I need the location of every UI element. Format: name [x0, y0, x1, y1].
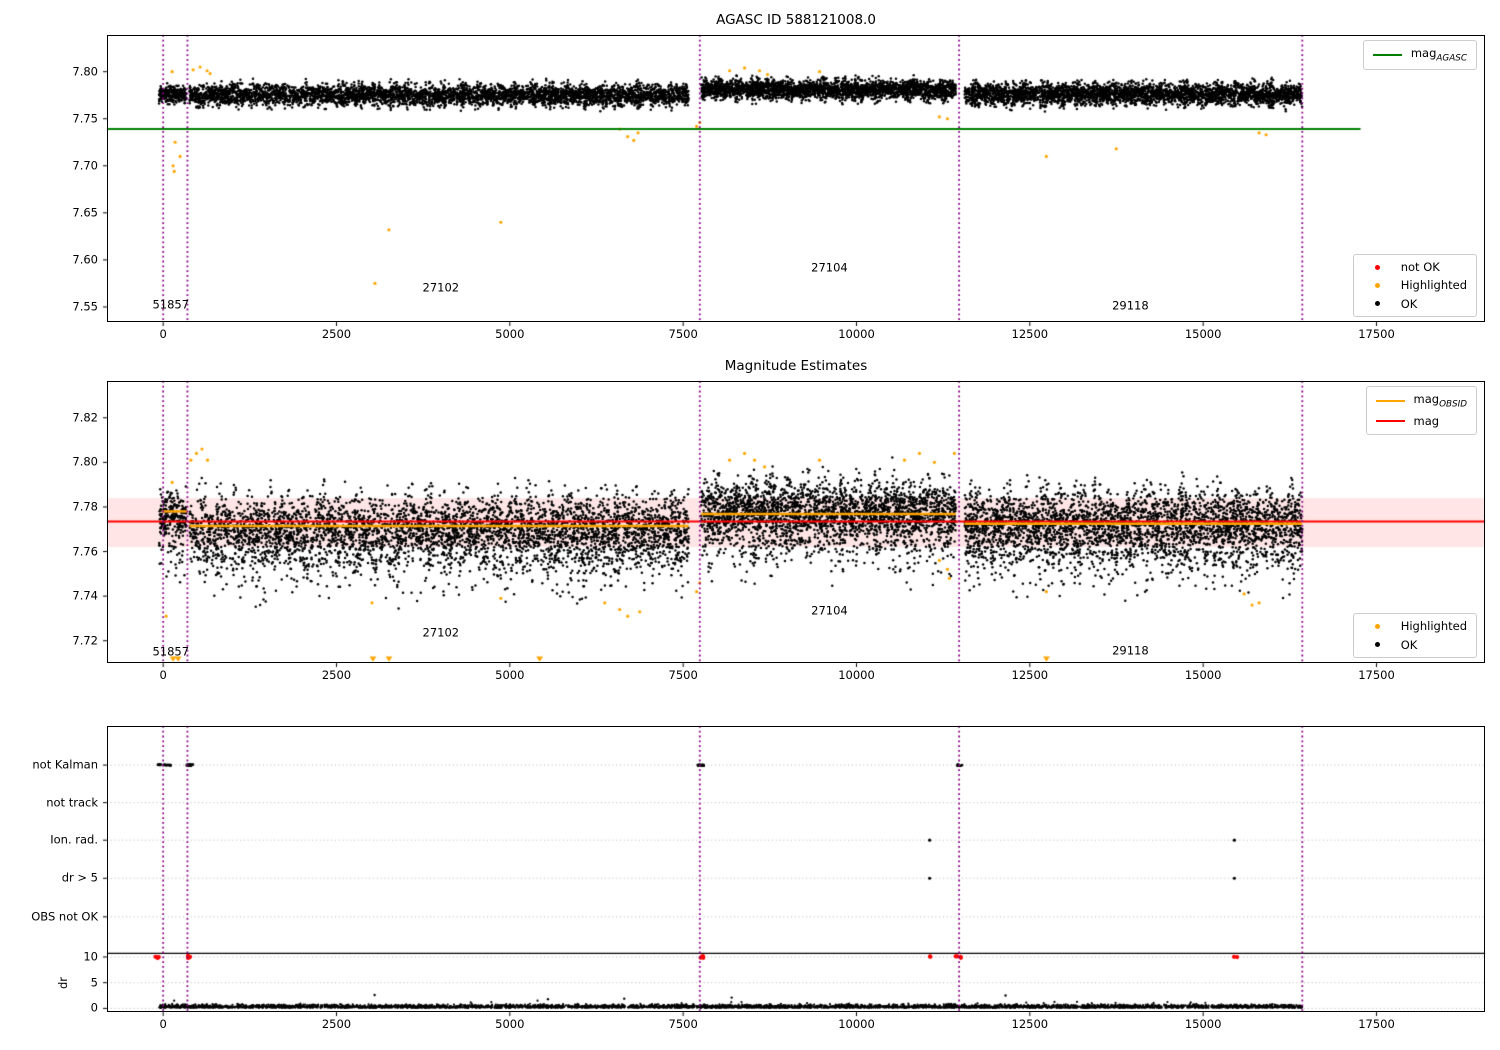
y-tick-label: 7.60	[72, 252, 98, 267]
legend-dot-swatch	[1363, 282, 1392, 288]
x-tick-label: 0	[159, 668, 167, 682]
x-tick-label: 5000	[495, 327, 525, 341]
y-tick-label: 7.70	[72, 158, 98, 173]
y-tick-label: 0	[90, 1000, 98, 1015]
y-tick-label: dr > 5	[61, 870, 98, 885]
y-tick-label: 7.72	[72, 632, 98, 647]
y-tick-label: not track	[46, 794, 98, 809]
x-tick-label: 0	[159, 327, 167, 341]
legend-label: mag	[1413, 414, 1440, 429]
legend-label: not OK	[1400, 259, 1440, 274]
annotation-obsid: 29118	[1112, 642, 1149, 657]
y-tick-label: Ion. rad.	[50, 832, 98, 847]
x-tick-label: 2500	[321, 1017, 352, 1031]
x-tick-label: 12500	[1011, 668, 1049, 682]
legend-dot-swatch	[1363, 264, 1392, 270]
x-tick-label: 15000	[1184, 327, 1222, 341]
y-tick-label: 7.80	[72, 454, 98, 469]
legend-dot-swatch	[1363, 301, 1392, 307]
x-tick-label: 12500	[1011, 327, 1049, 341]
legend-dot-swatch	[1363, 642, 1392, 648]
legend-item: mag	[1375, 414, 1467, 429]
x-tick-label: 17500	[1358, 327, 1395, 341]
x-tick-label: 15000	[1184, 1017, 1222, 1031]
annotation-obsid: 27104	[811, 603, 848, 618]
x-tick-label: 0	[159, 1017, 167, 1031]
y-tick-label: 7.74	[72, 588, 98, 603]
annotation-obsid: 29118	[1112, 298, 1149, 313]
x-tick-label: 7500	[668, 668, 698, 682]
legend: Highlighted OK	[1352, 613, 1477, 658]
x-tick-label: 17500	[1358, 1017, 1395, 1031]
y-axis-label-dr: dr	[56, 976, 70, 989]
legend-line-swatch	[1372, 54, 1402, 57]
y-tick-label: 7.65	[72, 205, 98, 220]
legend-item: Highlighted	[1363, 619, 1467, 633]
y-tick-label: 7.76	[72, 543, 98, 558]
y-tick-label: not Kalman	[32, 757, 98, 772]
plot-middle-title: Magnitude Estimates	[724, 358, 868, 374]
x-tick-label: 10000	[838, 1017, 875, 1031]
x-tick-label: 5000	[495, 668, 525, 682]
legend: not OK Highlighted OK	[1352, 253, 1477, 317]
legend: magAGASC	[1362, 40, 1477, 71]
legend-item: Highlighted	[1363, 278, 1467, 292]
x-tick-label: 2500	[321, 327, 352, 341]
legend-line-swatch	[1375, 420, 1405, 423]
legend: magOBSID mag	[1365, 386, 1477, 435]
annotation-obsid: 27104	[811, 260, 848, 275]
legend-label: magOBSID	[1413, 392, 1467, 410]
legend-item: OK	[1363, 638, 1467, 652]
legend-item: OK	[1363, 297, 1467, 311]
x-tick-label: 5000	[495, 1017, 525, 1031]
plot-top-title: AGASC ID 588121008.0	[716, 12, 876, 28]
figure: AGASC ID 588121008.0 Magnitude Estimates…	[0, 0, 1500, 1050]
y-tick-label: 7.82	[72, 410, 98, 425]
y-tick-label: 7.55	[72, 299, 98, 314]
y-tick-label: 7.75	[72, 110, 98, 125]
x-tick-label: 15000	[1184, 668, 1222, 682]
legend-dot-swatch	[1363, 623, 1392, 629]
plot-bottom	[107, 726, 1485, 1012]
legend-item: not OK	[1363, 260, 1467, 274]
x-tick-label: 7500	[668, 327, 698, 341]
legend-label: magAGASC	[1410, 46, 1467, 64]
x-tick-label: 7500	[668, 1017, 698, 1031]
legend-line-swatch	[1375, 400, 1405, 403]
plot-middle	[107, 381, 1485, 663]
y-tick-label: 7.78	[72, 499, 98, 514]
y-tick-label: 5	[90, 974, 98, 989]
legend-item: magAGASC	[1372, 46, 1467, 64]
y-tick-label: OBS not OK	[31, 909, 98, 924]
annotation-obsid: 27102	[422, 625, 460, 640]
x-tick-label: 2500	[321, 668, 352, 682]
legend-label: Highlighted	[1400, 619, 1467, 634]
x-tick-label: 10000	[838, 327, 875, 341]
legend-label: OK	[1400, 637, 1418, 652]
y-tick-label: 10	[83, 949, 98, 964]
x-tick-label: 10000	[838, 668, 875, 682]
annotation-obsid: 51857	[152, 296, 190, 311]
annotation-obsid: 27102	[422, 279, 460, 294]
legend-item: magOBSID	[1375, 392, 1467, 410]
annotation-obsid: 51857	[152, 644, 190, 659]
x-tick-label: 12500	[1011, 1017, 1049, 1031]
legend-label: OK	[1400, 296, 1418, 311]
x-tick-label: 17500	[1358, 668, 1395, 682]
y-tick-label: 7.80	[72, 63, 98, 78]
plot-top	[107, 35, 1485, 322]
legend-label: Highlighted	[1400, 278, 1467, 293]
